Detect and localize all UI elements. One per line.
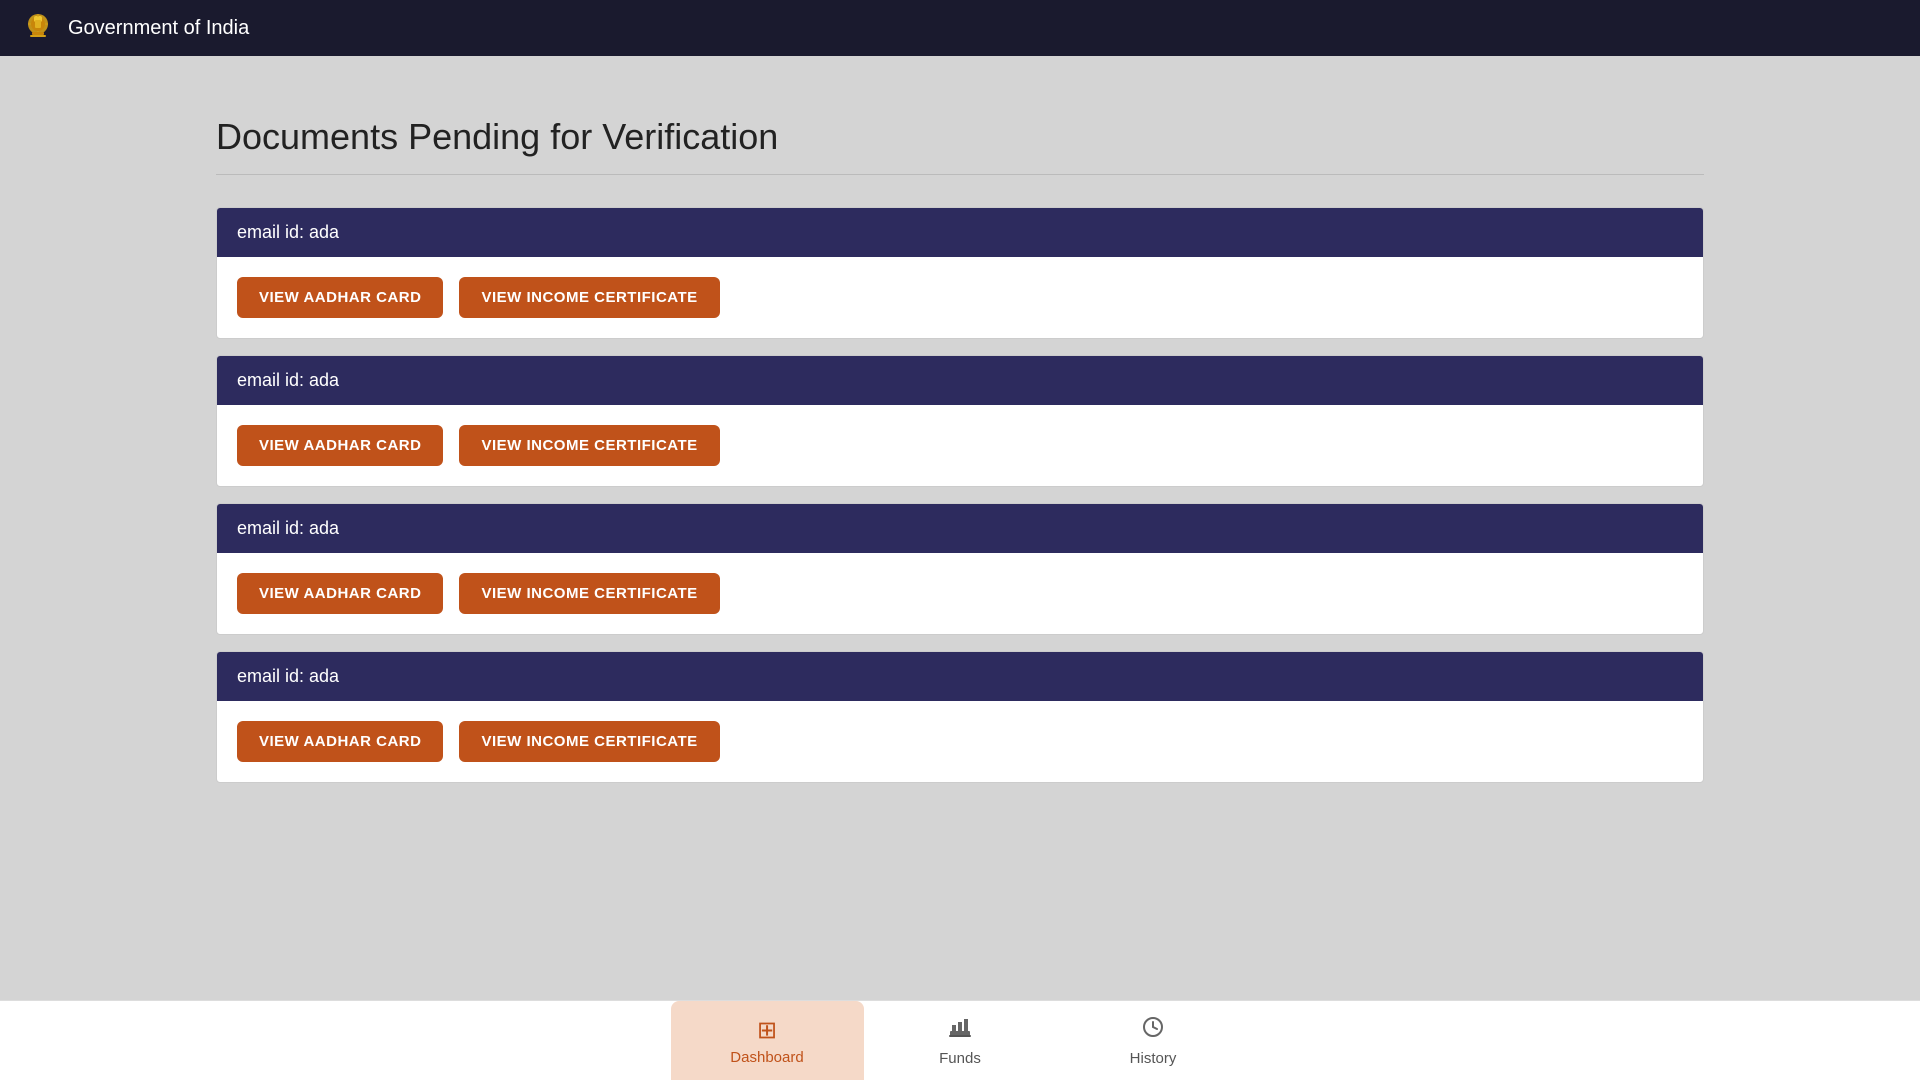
main-content: Documents Pending for Verification email…: [0, 56, 1920, 859]
bottom-navbar: ⊞ Dashboard Funds History: [0, 1000, 1920, 1080]
nav-label-dashboard: Dashboard: [730, 1049, 803, 1066]
doc-card-4: email id: ada VIEW AADHAR CARD VIEW INCO…: [216, 651, 1704, 783]
doc-card-2: email id: ada VIEW AADHAR CARD VIEW INCO…: [216, 355, 1704, 487]
view-income-certificate-button-2[interactable]: VIEW INCOME CERTIFICATE: [459, 425, 719, 466]
government-emblem-icon: [20, 10, 56, 46]
nav-label-funds: Funds: [939, 1050, 981, 1067]
doc-card-header-2: email id: ada: [217, 356, 1703, 405]
view-aadhar-button-4[interactable]: VIEW AADHAR CARD: [237, 721, 443, 762]
nav-item-dashboard[interactable]: ⊞ Dashboard: [671, 1001, 864, 1080]
doc-card-3: email id: ada VIEW AADHAR CARD VIEW INCO…: [216, 503, 1704, 635]
view-aadhar-button-2[interactable]: VIEW AADHAR CARD: [237, 425, 443, 466]
doc-card-header-1: email id: ada: [217, 208, 1703, 257]
nav-title: Government of India: [68, 17, 249, 40]
view-income-certificate-button-1[interactable]: VIEW INCOME CERTIFICATE: [459, 277, 719, 318]
view-income-certificate-button-3[interactable]: VIEW INCOME CERTIFICATE: [459, 573, 719, 614]
doc-card-body-2: VIEW AADHAR CARD VIEW INCOME CERTIFICATE: [217, 405, 1703, 486]
view-aadhar-button-3[interactable]: VIEW AADHAR CARD: [237, 573, 443, 614]
doc-card-header-3: email id: ada: [217, 504, 1703, 553]
logo-container: Government of India: [20, 10, 249, 46]
doc-card-body-3: VIEW AADHAR CARD VIEW INCOME CERTIFICATE: [217, 553, 1703, 634]
view-income-certificate-button-4[interactable]: VIEW INCOME CERTIFICATE: [459, 721, 719, 762]
page-title: Documents Pending for Verification: [216, 116, 1704, 175]
doc-card-body-4: VIEW AADHAR CARD VIEW INCOME CERTIFICATE: [217, 701, 1703, 782]
doc-card-1: email id: ada VIEW AADHAR CARD VIEW INCO…: [216, 207, 1704, 339]
nav-item-history[interactable]: History: [1057, 1001, 1250, 1080]
doc-card-header-4: email id: ada: [217, 652, 1703, 701]
cards-container: email id: ada VIEW AADHAR CARD VIEW INCO…: [216, 207, 1704, 783]
top-navbar: Government of India: [0, 0, 1920, 56]
funds-icon: [948, 1015, 972, 1046]
nav-label-history: History: [1130, 1050, 1177, 1067]
view-aadhar-button-1[interactable]: VIEW AADHAR CARD: [237, 277, 443, 318]
dashboard-icon: ⊞: [757, 1016, 777, 1045]
doc-card-body-1: VIEW AADHAR CARD VIEW INCOME CERTIFICATE: [217, 257, 1703, 338]
history-icon: [1141, 1015, 1165, 1046]
nav-item-funds[interactable]: Funds: [864, 1001, 1057, 1080]
